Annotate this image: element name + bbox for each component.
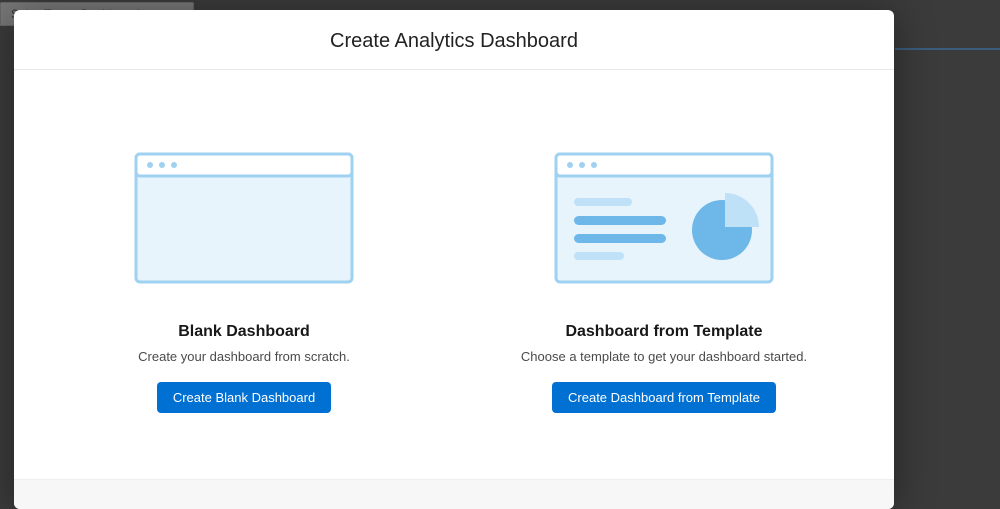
modal-footer — [14, 479, 894, 509]
create-blank-dashboard-button[interactable]: Create Blank Dashboard — [157, 382, 331, 413]
option-title: Blank Dashboard — [54, 323, 434, 341]
create-dashboard-modal: Create Analytics Dashboard Blank Dashboa… — [14, 10, 894, 509]
modal-title: Create Analytics Dashboard — [14, 30, 894, 53]
blank-dashboard-icon — [132, 150, 356, 290]
template-dashboard-icon — [552, 150, 776, 290]
option-description: Create your dashboard from scratch. — [54, 349, 434, 364]
modal-header: Create Analytics Dashboard — [14, 10, 894, 70]
background-decoration — [895, 48, 1000, 50]
option-template-dashboard: Dashboard from Template Choose a templat… — [474, 150, 854, 413]
modal-body: Blank Dashboard Create your dashboard fr… — [14, 70, 894, 479]
option-description: Choose a template to get your dashboard … — [474, 349, 854, 364]
create-template-dashboard-button[interactable]: Create Dashboard from Template — [552, 382, 776, 413]
option-title: Dashboard from Template — [474, 323, 854, 341]
option-blank-dashboard: Blank Dashboard Create your dashboard fr… — [54, 150, 434, 413]
